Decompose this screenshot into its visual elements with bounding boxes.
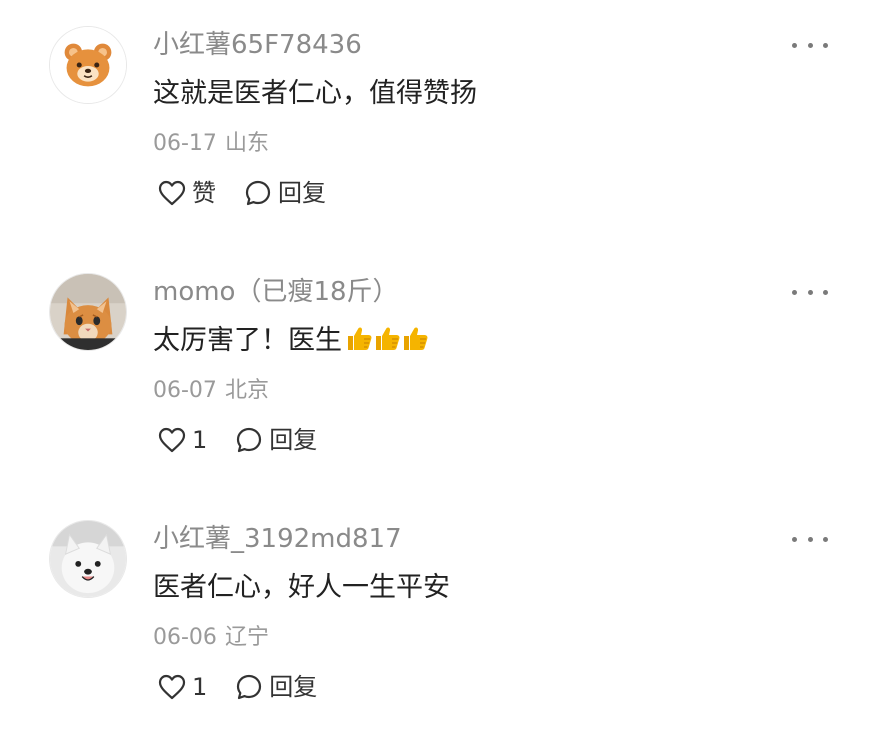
like-button[interactable]: 1 <box>158 671 207 703</box>
like-button[interactable]: 赞 <box>158 177 216 209</box>
comment-meta: 06-06 辽宁 <box>153 622 269 654</box>
thumbs-up-emojis <box>344 323 428 353</box>
dog-avatar-icon[interactable] <box>49 520 127 598</box>
chat-bubble-icon <box>237 674 262 700</box>
comment-text: 医者仁心，好人一生平安 <box>153 572 450 603</box>
comment-text: 太厉害了！医生 <box>153 323 428 359</box>
comment-date: 06-07 <box>153 378 217 403</box>
username[interactable]: 小红薯_3192md817 <box>153 522 402 556</box>
more-options-icon[interactable] <box>792 275 828 309</box>
chat-bubble-icon <box>245 180 271 206</box>
like-count: 1 <box>192 426 208 454</box>
comment-location: 辽宁 <box>224 625 269 650</box>
comment-actions: 1 回复 <box>158 422 317 458</box>
cat-avatar-icon[interactable] <box>49 273 127 351</box>
comment-item: 小红薯65F78436 这就是医者仁心，值得赞扬 06-17 山东 赞 回复 <box>0 0 876 240</box>
comment-actions: 1 回复 <box>158 669 317 705</box>
comment-date: 06-06 <box>153 625 217 650</box>
comment-text: 这就是医者仁心，值得赞扬 <box>153 78 477 109</box>
thumbs-up-icon <box>348 327 372 350</box>
reply-label: 回复 <box>269 426 318 454</box>
reply-label: 回复 <box>269 673 318 701</box>
comment-meta: 06-07 北京 <box>153 375 269 407</box>
like-count: 1 <box>192 673 208 701</box>
like-label: 赞 <box>192 179 216 207</box>
heart-icon <box>158 427 186 453</box>
more-options-icon[interactable] <box>792 28 828 62</box>
reply-label: 回复 <box>278 179 326 207</box>
comment-actions: 赞 回复 <box>158 175 326 211</box>
comment-item: momo（已瘦18斤） 太厉害了！医生 06-07 北京 1 回复 <box>0 247 876 487</box>
comment-item: 小红薯_3192md817 医者仁心，好人一生平安 06-06 辽宁 1 回复 <box>0 494 876 734</box>
heart-icon <box>158 674 186 700</box>
comment-location: 山东 <box>224 131 269 156</box>
comment-meta: 06-17 山东 <box>153 128 269 160</box>
reply-button[interactable]: 回复 <box>235 671 317 703</box>
thumbs-up-icon <box>376 327 400 350</box>
chat-bubble-icon <box>237 427 262 453</box>
comment-text-body: 太厉害了！医生 <box>153 325 342 356</box>
reply-button[interactable]: 回复 <box>235 424 317 456</box>
bear-avatar-icon[interactable] <box>49 26 127 104</box>
reply-button[interactable]: 回复 <box>244 177 326 209</box>
thumbs-up-icon <box>404 327 428 350</box>
username[interactable]: 小红薯65F78436 <box>153 28 362 62</box>
username[interactable]: momo（已瘦18斤） <box>153 275 399 309</box>
comment-location: 北京 <box>224 378 269 403</box>
more-options-icon[interactable] <box>792 522 828 556</box>
comment-date: 06-17 <box>153 131 217 156</box>
like-button[interactable]: 1 <box>158 424 207 456</box>
heart-icon <box>158 180 186 206</box>
